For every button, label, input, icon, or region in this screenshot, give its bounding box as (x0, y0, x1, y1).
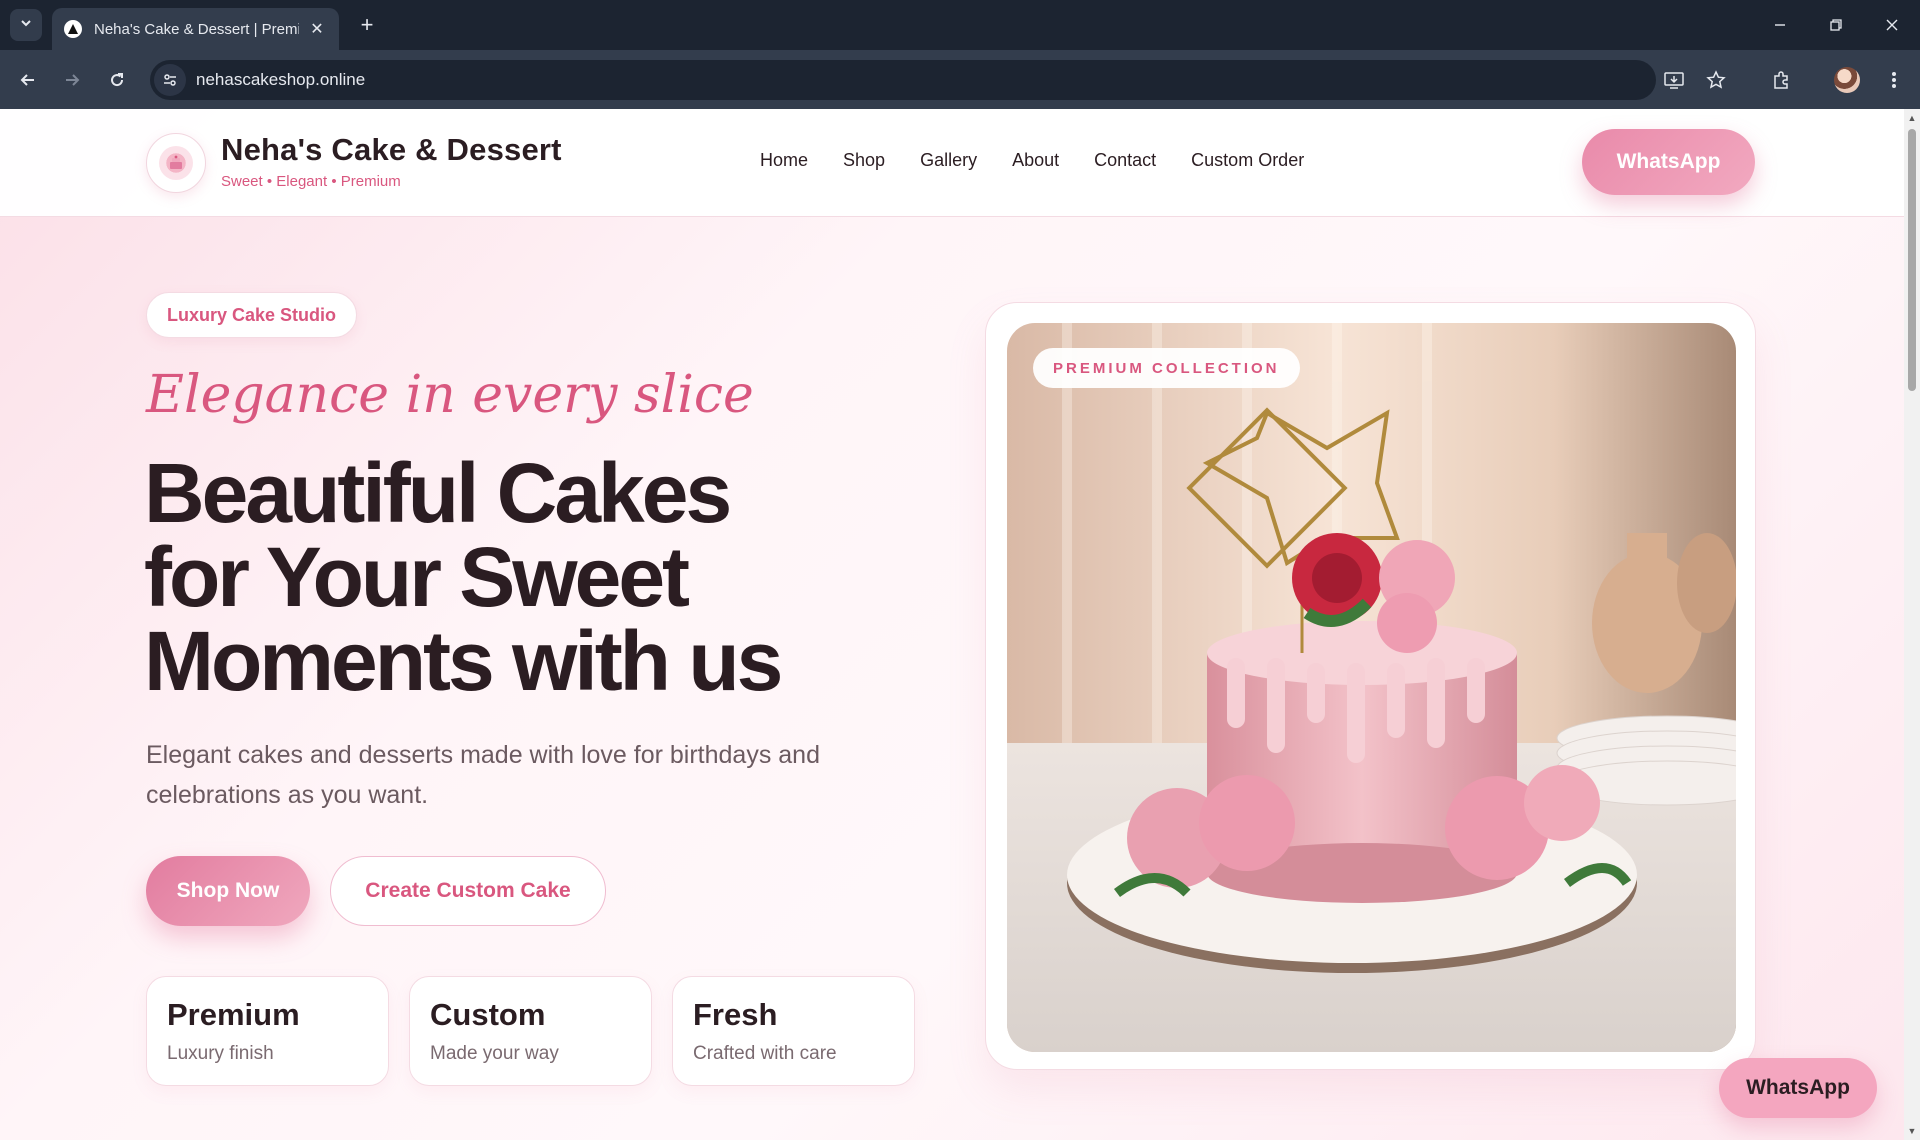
scroll-down-icon[interactable]: ▼ (1906, 1125, 1918, 1137)
arrow-left-icon (20, 74, 34, 86)
browser-toolbar: nehascakeshop.online (0, 50, 1920, 109)
cake-image: PREMIUM COLLECTION (1007, 323, 1736, 1052)
nav-shop[interactable]: Shop (843, 150, 885, 171)
premium-collection-badge: PREMIUM COLLECTION (1033, 348, 1300, 388)
arrow-right-icon (66, 74, 80, 86)
minimize-button[interactable] (1752, 0, 1808, 50)
cake-logo-icon (159, 146, 193, 180)
nav-about[interactable]: About (1012, 150, 1059, 171)
hero-image-card: PREMIUM COLLECTION (985, 302, 1756, 1070)
feature-title: Fresh (693, 997, 778, 1032)
scroll-up-icon[interactable]: ▲ (1906, 112, 1918, 124)
feature-card-custom: Custom Made your way (409, 976, 652, 1086)
kebab-menu-icon[interactable] (1878, 64, 1910, 96)
site-header: Neha's Cake & Dessert Sweet • Elegant • … (0, 109, 1904, 217)
tab-title: Neha's Cake & Dessert | Premiu (94, 20, 299, 38)
feature-subtitle: Luxury finish (167, 1043, 274, 1064)
hero-title-line-1: Beautiful Cakes (144, 446, 732, 540)
hero-script-line: Elegance in every slice (146, 365, 754, 425)
feature-title: Premium (167, 997, 300, 1032)
nav-home[interactable]: Home (760, 150, 808, 171)
whatsapp-floating-button[interactable]: WhatsApp (1719, 1058, 1877, 1118)
close-window-button[interactable] (1864, 0, 1920, 50)
whatsapp-header-button[interactable]: WhatsApp (1582, 129, 1755, 195)
hero-title-line-3: Moments with us (144, 614, 783, 708)
feature-card-premium: Premium Luxury finish (146, 976, 389, 1086)
restore-button[interactable] (1808, 0, 1864, 50)
forward-button[interactable] (56, 64, 88, 96)
page-scrollbar[interactable]: ▲ ▼ (1904, 109, 1920, 1140)
reload-button[interactable] (101, 64, 133, 96)
site-logo[interactable] (146, 133, 206, 193)
page-viewport: Neha's Cake & Dessert Sweet • Elegant • … (0, 109, 1904, 1140)
back-button[interactable] (12, 64, 44, 96)
address-bar[interactable]: nehascakeshop.online (150, 60, 1726, 100)
hero-description: Elegant cakes and desserts made with lov… (146, 741, 820, 809)
tune-icon[interactable] (154, 64, 186, 96)
main-nav: Home Shop Gallery About Contact Custom O… (760, 150, 1339, 171)
browser-tab-active[interactable]: Neha's Cake & Dessert | Premiu ✕ (52, 8, 339, 50)
url-text[interactable]: nehascakeshop.online (196, 70, 365, 90)
nav-contact[interactable]: Contact (1094, 150, 1156, 171)
brand-tagline: Sweet • Elegant • Premium (221, 173, 401, 190)
feature-title: Custom (430, 997, 546, 1032)
birthday-cake-illustration (1007, 323, 1736, 1052)
hero-title: Beautiful Cakes for Your Sweet Moments w… (144, 451, 944, 703)
nav-custom-order[interactable]: Custom Order (1191, 150, 1304, 171)
install-app-icon[interactable] (1660, 66, 1688, 94)
brand-name[interactable]: Neha's Cake & Dessert (221, 132, 562, 168)
chevron-down-icon (19, 16, 33, 35)
hero-badge: Luxury Cake Studio (146, 292, 358, 338)
new-tab-button[interactable]: + (352, 10, 382, 40)
feature-subtitle: Made your way (430, 1043, 559, 1064)
feature-card-fresh: Fresh Crafted with care (672, 976, 915, 1086)
close-tab-icon[interactable]: ✕ (307, 19, 327, 39)
nav-gallery[interactable]: Gallery (920, 150, 977, 171)
puzzle-icon[interactable] (1765, 64, 1797, 96)
scrollbar-thumb[interactable] (1908, 129, 1916, 391)
tab-search-button[interactable] (10, 9, 42, 41)
browser-tab-bar: Neha's Cake & Dessert | Premiu ✕ + (0, 0, 1920, 50)
reload-icon (111, 73, 124, 87)
star-icon[interactable] (1702, 66, 1730, 94)
avatar (1834, 67, 1860, 93)
profile-avatar[interactable] (1831, 64, 1863, 96)
hero-title-line-2: for Your Sweet (144, 530, 690, 624)
shop-now-button[interactable]: Shop Now (146, 856, 310, 926)
triangle-logo-icon (64, 20, 82, 38)
create-custom-cake-button[interactable]: Create Custom Cake (330, 856, 606, 926)
feature-subtitle: Crafted with care (693, 1043, 837, 1064)
